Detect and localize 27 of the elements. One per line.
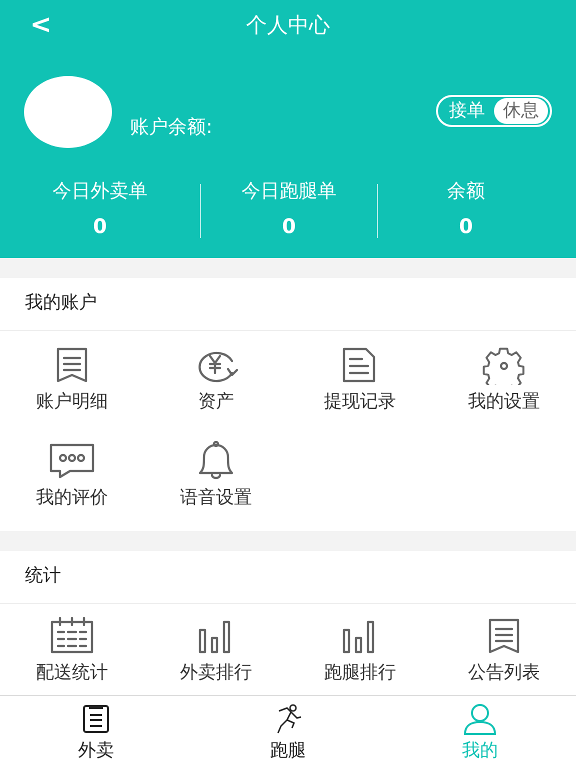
stat-label: 余额: [447, 179, 485, 204]
mode-toggle[interactable]: 接单 休息: [436, 95, 552, 127]
section-title: 我的账户: [0, 278, 576, 331]
menu-item[interactable]: 语音设置: [144, 427, 288, 523]
tab[interactable]: 外卖: [0, 696, 192, 768]
stat-value: 0: [282, 214, 296, 238]
menu-item[interactable]: 账户明细: [0, 331, 144, 427]
menu-item[interactable]: 资产: [144, 331, 288, 427]
balance-label: 账户余额:: [130, 115, 212, 140]
menu-item[interactable]: 配送统计: [0, 604, 144, 696]
stat-label: 今日外卖单: [52, 179, 148, 204]
stat-value: 0: [93, 214, 107, 238]
section-title: 统计: [0, 551, 576, 604]
calendar-icon: [48, 616, 96, 656]
menu-item[interactable]: 跑腿排行: [288, 604, 432, 696]
menu-item[interactable]: 外卖排行: [144, 604, 288, 696]
stat-value: 0: [459, 214, 473, 238]
menu-item[interactable]: 公告列表: [432, 604, 576, 696]
chat-icon: [48, 441, 96, 481]
page-title: 个人中心: [246, 12, 330, 39]
menu-item[interactable]: 我的设置: [432, 331, 576, 427]
toggle-option[interactable]: 休息: [494, 98, 548, 124]
menu-item[interactable]: 我的评价: [0, 427, 144, 523]
stat-label: 今日跑腿单: [242, 179, 336, 204]
tab[interactable]: 跑腿: [192, 696, 384, 768]
menu-item[interactable]: 提现记录: [288, 331, 432, 427]
person-icon: [463, 702, 497, 734]
